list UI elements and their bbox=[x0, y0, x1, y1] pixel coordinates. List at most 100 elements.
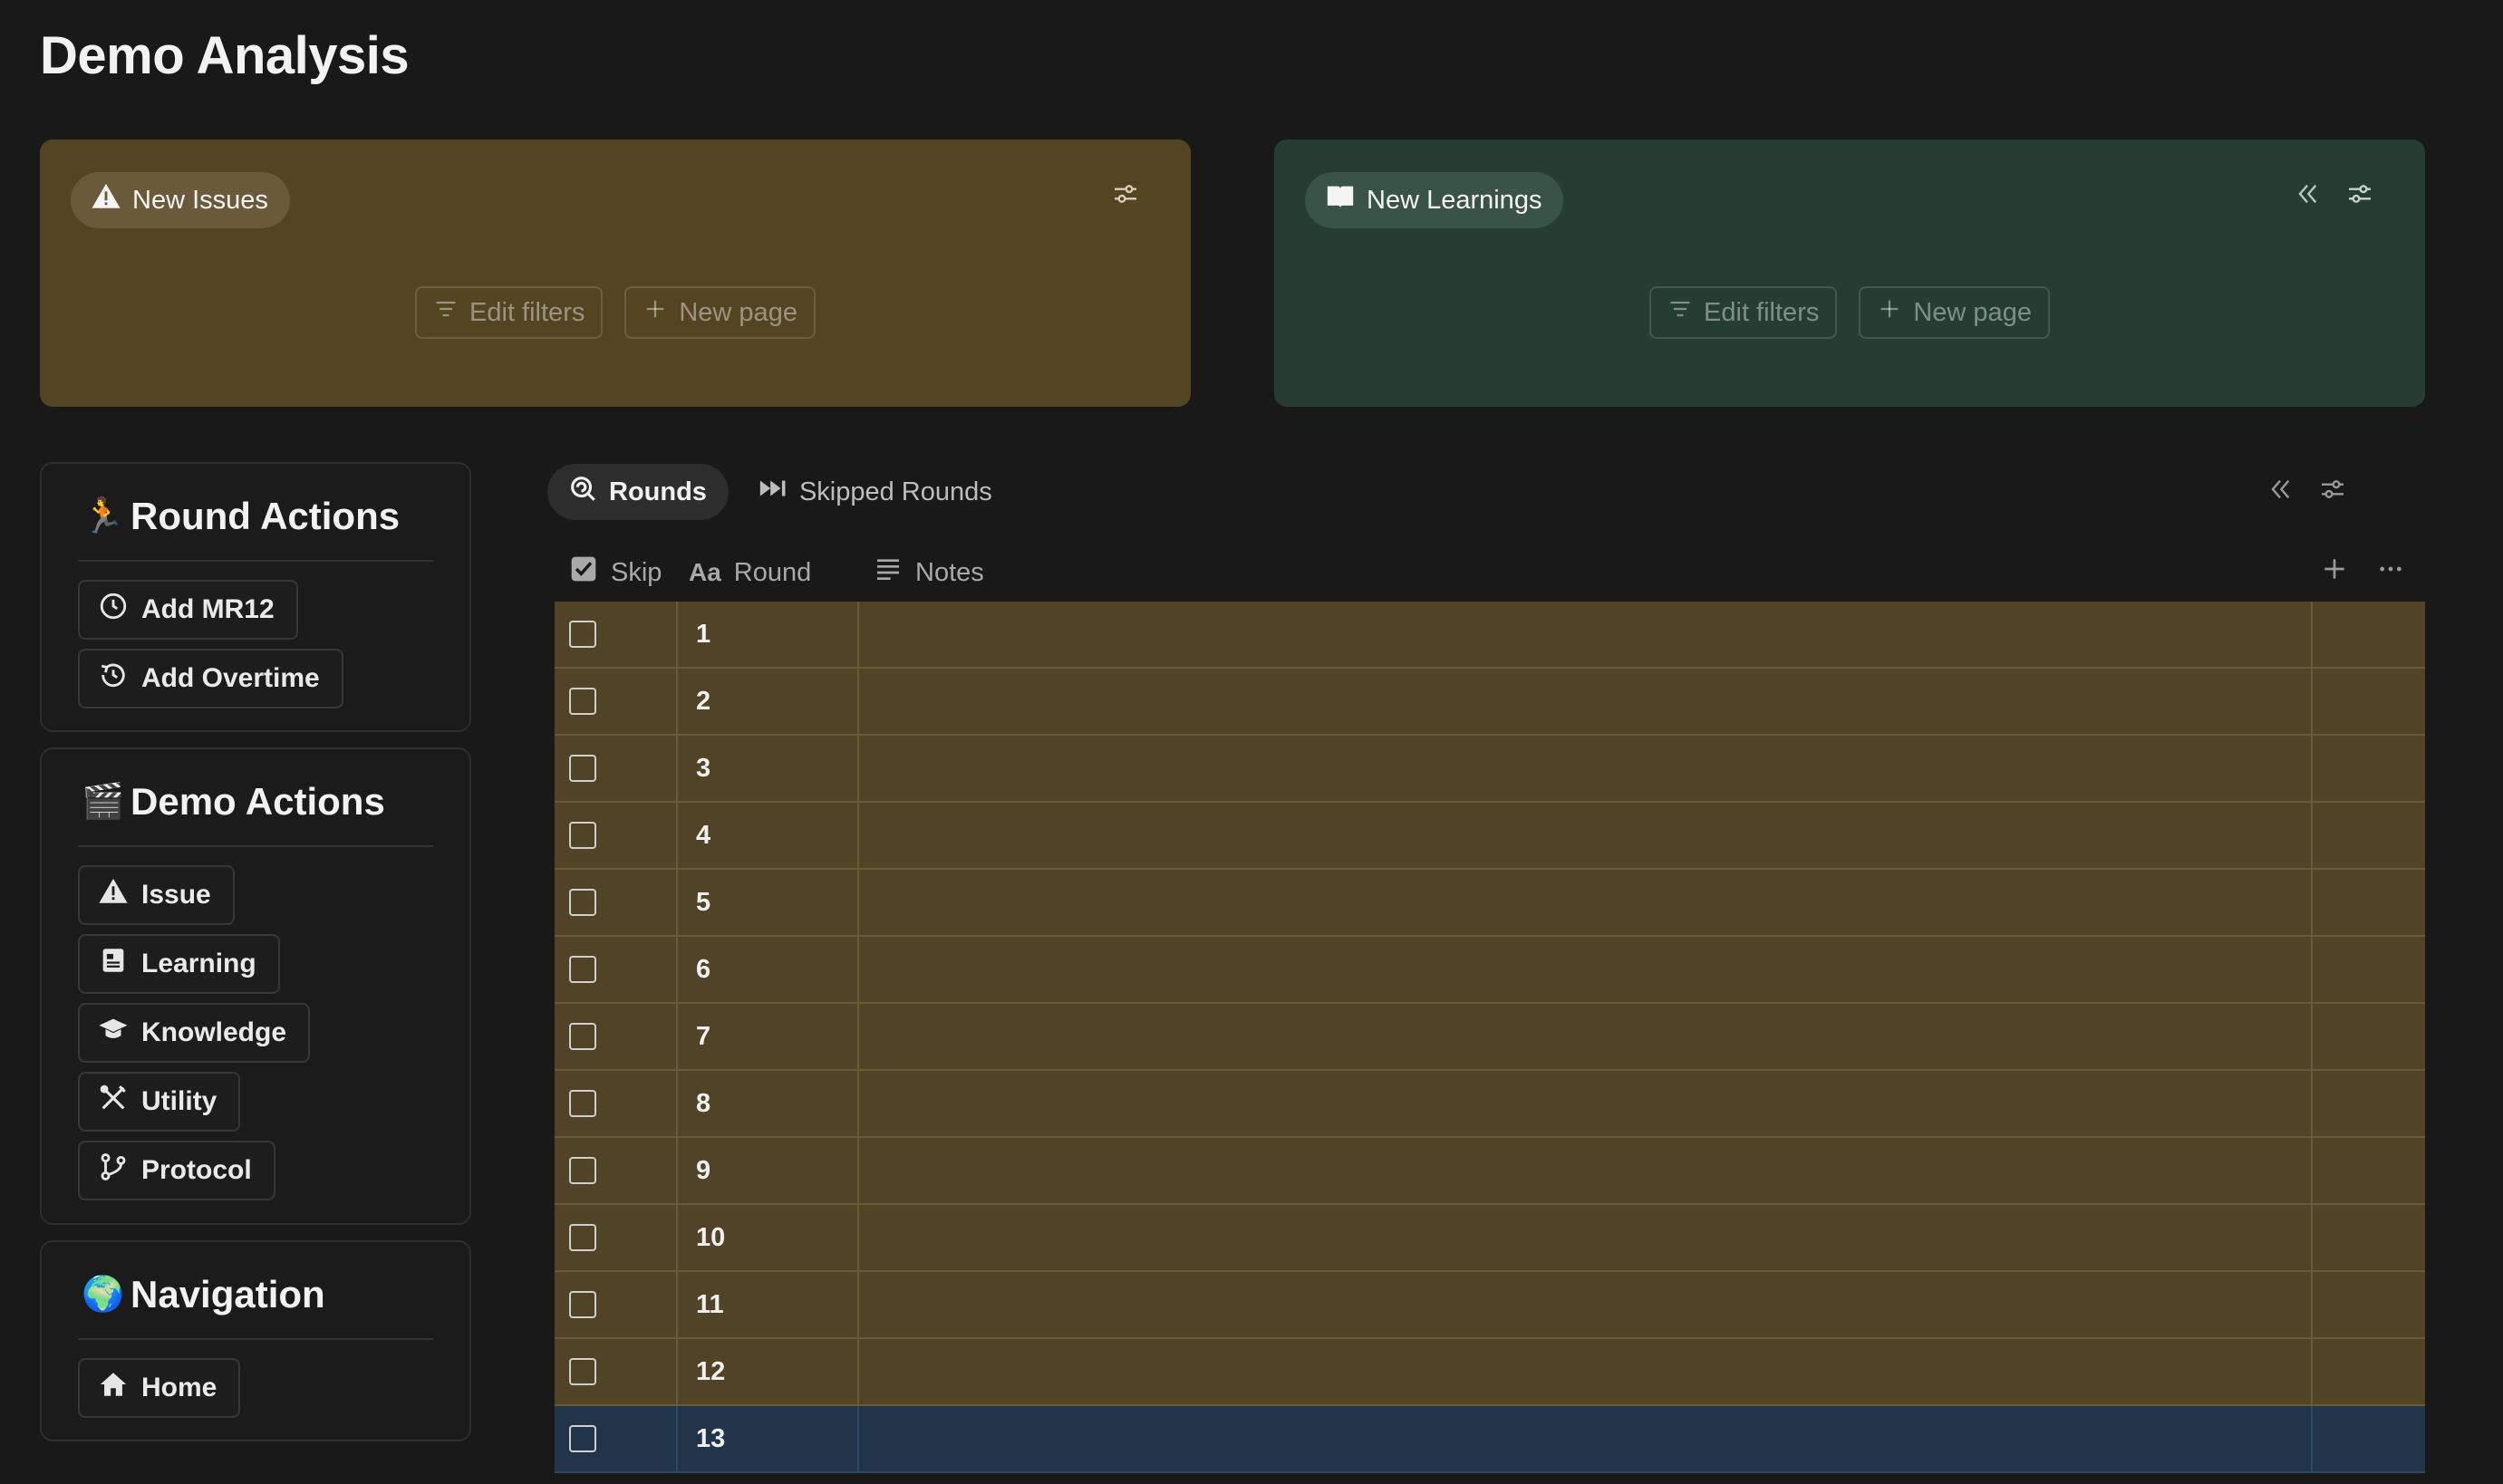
table-row[interactable]: 10 bbox=[555, 1205, 2425, 1272]
collapse-icon[interactable] bbox=[2293, 179, 2322, 213]
skip-checkbox[interactable] bbox=[569, 1023, 596, 1050]
table-row[interactable]: 3 bbox=[555, 736, 2425, 803]
add-mr12-button[interactable]: Add MR12 bbox=[78, 580, 298, 640]
skip-checkbox[interactable] bbox=[569, 1291, 596, 1318]
table-row[interactable]: 5 bbox=[555, 870, 2425, 937]
checkbox-icon bbox=[569, 554, 598, 591]
column-divider bbox=[857, 736, 859, 801]
round-cell[interactable]: 4 bbox=[696, 821, 710, 851]
column-divider bbox=[676, 870, 678, 935]
divider bbox=[78, 845, 433, 847]
round-cell[interactable]: 7 bbox=[696, 1022, 710, 1052]
skip-checkbox[interactable] bbox=[569, 1425, 596, 1452]
round-cell[interactable]: 1 bbox=[696, 620, 710, 650]
column-divider bbox=[2311, 1205, 2313, 1270]
column-skip[interactable]: Skip bbox=[569, 554, 662, 591]
skip-checkbox[interactable] bbox=[569, 755, 596, 782]
new-issues-tab[interactable]: New Issues bbox=[71, 172, 290, 228]
column-divider bbox=[2311, 669, 2313, 734]
skip-checkbox[interactable] bbox=[569, 956, 596, 983]
round-cell[interactable]: 12 bbox=[696, 1357, 725, 1387]
more-options-icon[interactable] bbox=[2376, 554, 2405, 588]
collapse-icon[interactable] bbox=[2266, 475, 2295, 508]
clock-icon bbox=[98, 591, 129, 629]
tab-rounds[interactable]: Rounds bbox=[547, 464, 729, 520]
column-divider bbox=[676, 1272, 678, 1337]
table-row[interactable]: 1 bbox=[555, 602, 2425, 669]
skip-checkbox[interactable] bbox=[569, 822, 596, 849]
issue-button[interactable]: Issue bbox=[78, 865, 235, 925]
table-row[interactable]: 2 bbox=[555, 669, 2425, 736]
column-divider bbox=[676, 937, 678, 1002]
table-row[interactable]: 4 bbox=[555, 803, 2425, 870]
view-settings-icon[interactable] bbox=[2345, 179, 2374, 213]
learning-label: Learning bbox=[141, 949, 256, 978]
skip-checkbox[interactable] bbox=[569, 1358, 596, 1385]
utility-button[interactable]: Utility bbox=[78, 1072, 241, 1132]
knowledge-button[interactable]: Knowledge bbox=[78, 1003, 311, 1063]
round-cell[interactable]: 9 bbox=[696, 1156, 710, 1186]
table-row[interactable]: 6 bbox=[555, 937, 2425, 1004]
table-row[interactable]: 12 bbox=[555, 1339, 2425, 1406]
view-settings-icon[interactable] bbox=[2318, 475, 2347, 508]
demo-actions-panel: 🎬 Demo Actions Issue Learning Knowledge … bbox=[40, 747, 471, 1225]
protocol-button[interactable]: Protocol bbox=[78, 1141, 275, 1200]
column-divider bbox=[676, 669, 678, 734]
new-issues-view: New Issues Edit filters New page bbox=[40, 140, 1191, 407]
column-divider bbox=[2311, 1138, 2313, 1203]
new-learnings-view: New Learnings Edit filters New page bbox=[1274, 140, 2425, 407]
skip-checkbox[interactable] bbox=[569, 688, 596, 715]
table-row[interactable]: 9 bbox=[555, 1138, 2425, 1205]
tab-skipped-rounds[interactable]: Skipped Rounds bbox=[750, 464, 1014, 520]
round-actions-title: Round Actions bbox=[130, 495, 401, 537]
column-round[interactable]: Aa Round bbox=[689, 558, 811, 588]
home-button[interactable]: Home bbox=[78, 1358, 241, 1418]
new-learnings-tab[interactable]: New Learnings bbox=[1305, 172, 1564, 228]
column-divider bbox=[857, 1272, 859, 1337]
new-issues-label: New Issues bbox=[132, 185, 268, 215]
text-type-icon: Aa bbox=[689, 558, 721, 586]
column-notes[interactable]: Notes bbox=[874, 554, 984, 591]
column-divider bbox=[857, 1339, 859, 1404]
round-cell[interactable]: 8 bbox=[696, 1089, 710, 1119]
skip-checkbox[interactable] bbox=[569, 1090, 596, 1117]
skip-checkbox[interactable] bbox=[569, 889, 596, 916]
round-cell[interactable]: 2 bbox=[696, 687, 710, 717]
skip-checkbox[interactable] bbox=[569, 1224, 596, 1251]
round-cell[interactable]: 6 bbox=[696, 955, 710, 985]
edit-filters-label: Edit filters bbox=[1704, 297, 1820, 327]
round-cell[interactable]: 10 bbox=[696, 1223, 725, 1253]
round-cell[interactable]: 11 bbox=[696, 1290, 724, 1320]
round-cell[interactable]: 13 bbox=[696, 1424, 725, 1454]
column-divider bbox=[857, 1406, 859, 1471]
column-divider bbox=[676, 803, 678, 868]
table-toolbar bbox=[2266, 475, 2347, 508]
table-row[interactable]: 7 bbox=[555, 1004, 2425, 1071]
new-page-label: New page bbox=[679, 297, 797, 327]
view-settings-icon[interactable] bbox=[1111, 179, 1140, 213]
add-mr12-label: Add MR12 bbox=[141, 594, 275, 624]
table-row[interactable]: 11 bbox=[555, 1272, 2425, 1339]
edit-filters-button[interactable]: Edit filters bbox=[1649, 286, 1838, 339]
skip-checkbox[interactable] bbox=[569, 621, 596, 648]
skip-checkbox[interactable] bbox=[569, 1157, 596, 1184]
learning-button[interactable]: Learning bbox=[78, 934, 280, 994]
edit-filters-button[interactable]: Edit filters bbox=[415, 286, 604, 339]
column-divider bbox=[857, 803, 859, 868]
table-header-actions bbox=[2320, 554, 2405, 588]
new-page-button[interactable]: New page bbox=[624, 286, 816, 339]
round-cell[interactable]: 3 bbox=[696, 754, 710, 784]
column-divider bbox=[2311, 937, 2313, 1002]
round-cell[interactable]: 5 bbox=[696, 888, 710, 918]
column-round-label: Round bbox=[733, 557, 812, 587]
add-column-icon[interactable] bbox=[2320, 554, 2349, 588]
new-page-button[interactable]: New page bbox=[1859, 286, 2050, 339]
column-divider bbox=[2311, 1339, 2313, 1404]
table-row[interactable]: 13 bbox=[555, 1406, 2425, 1473]
page-title: Demo Analysis bbox=[40, 26, 410, 85]
add-overtime-button[interactable]: Add Overtime bbox=[78, 649, 343, 708]
issue-label: Issue bbox=[141, 880, 211, 910]
column-divider bbox=[2311, 870, 2313, 935]
table-row[interactable]: 8 bbox=[555, 1071, 2425, 1138]
column-divider bbox=[2311, 803, 2313, 868]
